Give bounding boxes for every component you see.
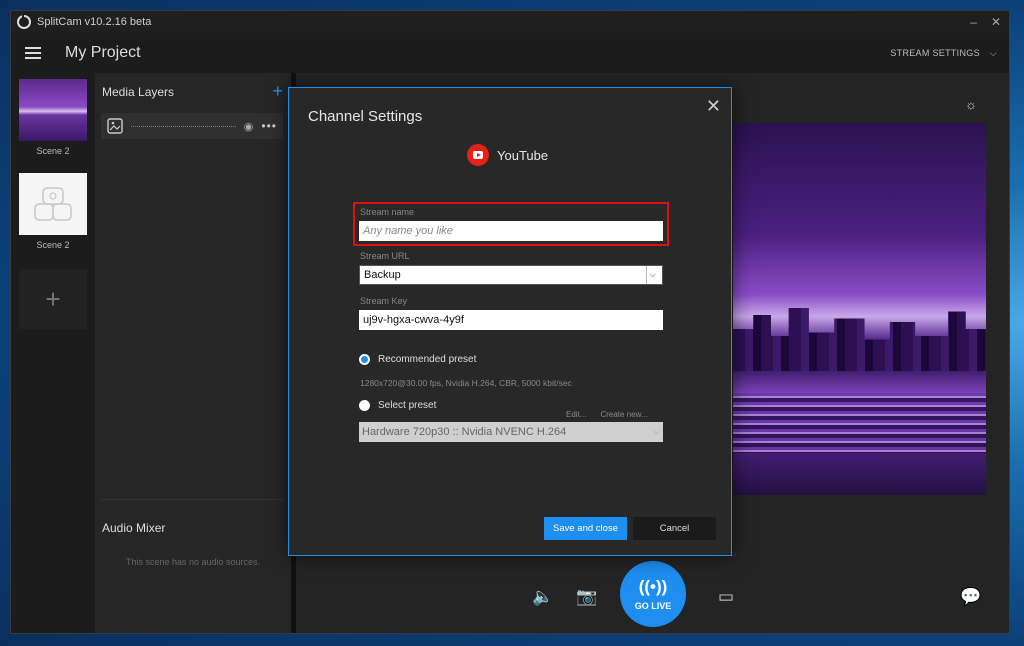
chevron-down-icon: ⌵	[646, 266, 658, 284]
audio-mixer-title: Audio Mixer	[102, 521, 166, 535]
platform-header: YouTube	[467, 144, 548, 166]
stream-name-input[interactable]: Any name you like	[359, 221, 663, 241]
stream-url-label: Stream URL	[360, 251, 410, 261]
splitcam-logo-icon	[17, 14, 31, 29]
stream-key-input[interactable]: uj9v-hgxa-cwva-4y9f	[359, 310, 663, 330]
preset-select-value: Hardware 720p30 :: Nvidia NVENC H.264	[362, 426, 567, 438]
platform-name: YouTube	[497, 147, 549, 163]
chevron-down-icon: ⌵	[653, 427, 660, 436]
app-header: My Project STREAM SETTINGS ⌵	[11, 33, 1009, 73]
preset-select[interactable]: Hardware 720p30 :: Nvidia NVENC H.264 ⌵	[359, 422, 663, 442]
add-scene-button[interactable]: +	[19, 269, 87, 329]
save-and-close-button[interactable]: Save and close	[544, 517, 627, 540]
scene-thumbnail	[19, 173, 87, 235]
preset-links: Edit... Create new...	[566, 410, 648, 419]
layer-name-placeholder	[131, 125, 236, 127]
scene-thumbnail	[19, 79, 87, 141]
bottom-toolbar: 🔈 📷 ((•)) GO LIVE ▭ 💬	[296, 543, 1009, 633]
chevron-down-icon: ⌵	[989, 47, 997, 58]
chat-icon[interactable]: 💬	[960, 587, 981, 607]
stream-settings-label: STREAM SETTINGS	[890, 48, 980, 58]
select-preset-radio[interactable]: Select preset	[359, 400, 436, 411]
preview-image	[733, 123, 986, 495]
recommended-preset-label: Recommended preset	[378, 354, 477, 365]
video-record-icon[interactable]: ▭	[718, 587, 734, 607]
stream-url-value: Backup	[364, 269, 401, 281]
city-silhouette	[733, 308, 986, 371]
broadcast-icon: ((•))	[638, 577, 668, 596]
scene-label: Scene 2	[36, 146, 70, 156]
channel-settings-dialog: Channel Settings ✕ YouTube Stream name A…	[288, 87, 732, 556]
stream-key-label: Stream Key	[360, 296, 408, 306]
stream-name-label: Stream name	[360, 207, 415, 217]
layer-item[interactable]: ◉ •••	[101, 113, 283, 139]
divider	[101, 499, 285, 500]
scene-item-2[interactable]: Scene 2	[19, 173, 87, 250]
brightness-icon[interactable]: ☼	[965, 97, 977, 112]
stream-settings-dropdown[interactable]: STREAM SETTINGS ⌵	[890, 48, 997, 59]
camera-snapshot-icon[interactable]: 📷	[576, 587, 597, 607]
close-window-button[interactable]: ✕	[991, 15, 1001, 29]
media-layers-panel: Media Layers + ◉ ••• Audio Mixer This sc…	[95, 73, 291, 633]
select-preset-label: Select preset	[378, 400, 437, 411]
image-layer-icon	[107, 118, 123, 134]
add-layer-button[interactable]: +	[272, 81, 283, 102]
recommended-preset-description: 1280x720@30.00 fps, Nvidia H.264, CBR, 5…	[360, 378, 572, 388]
radio-unchecked-icon	[359, 400, 370, 411]
project-title: My Project	[65, 44, 141, 61]
recommended-preset-radio[interactable]: Recommended preset	[359, 354, 476, 365]
scene-label: Scene 2	[36, 240, 70, 250]
scenes-panel: Scene 2 Scene 2 +	[11, 73, 95, 633]
radio-checked-icon	[359, 354, 370, 365]
title-bar: SplitCam v10.2.16 beta – ✕	[11, 11, 1009, 33]
cancel-button[interactable]: Cancel	[633, 517, 716, 540]
youtube-icon	[467, 144, 489, 166]
stream-url-select[interactable]: Backup ⌵	[359, 265, 663, 285]
go-live-label: GO LIVE	[634, 601, 672, 611]
dialog-close-button[interactable]: ✕	[706, 96, 721, 117]
media-layers-title: Media Layers	[102, 85, 175, 99]
water-reflection	[733, 393, 986, 453]
go-live-button[interactable]: ((•)) GO LIVE	[620, 561, 686, 627]
minimize-button[interactable]: –	[970, 15, 977, 29]
eye-icon[interactable]: ◉	[244, 120, 254, 133]
menu-icon[interactable]	[25, 47, 41, 59]
scene-item-1[interactable]: Scene 2	[19, 79, 87, 156]
media-placeholder-icon	[34, 187, 72, 221]
mute-audio-icon[interactable]: 🔈	[532, 587, 553, 607]
create-preset-link[interactable]: Create new...	[600, 410, 647, 419]
window-title: SplitCam v10.2.16 beta	[37, 16, 152, 28]
more-options-icon[interactable]: •••	[261, 119, 277, 133]
edit-preset-link[interactable]: Edit...	[566, 410, 586, 419]
audio-mixer-empty-text: This scene has no audio sources.	[125, 557, 261, 567]
dialog-title: Channel Settings	[308, 108, 423, 125]
